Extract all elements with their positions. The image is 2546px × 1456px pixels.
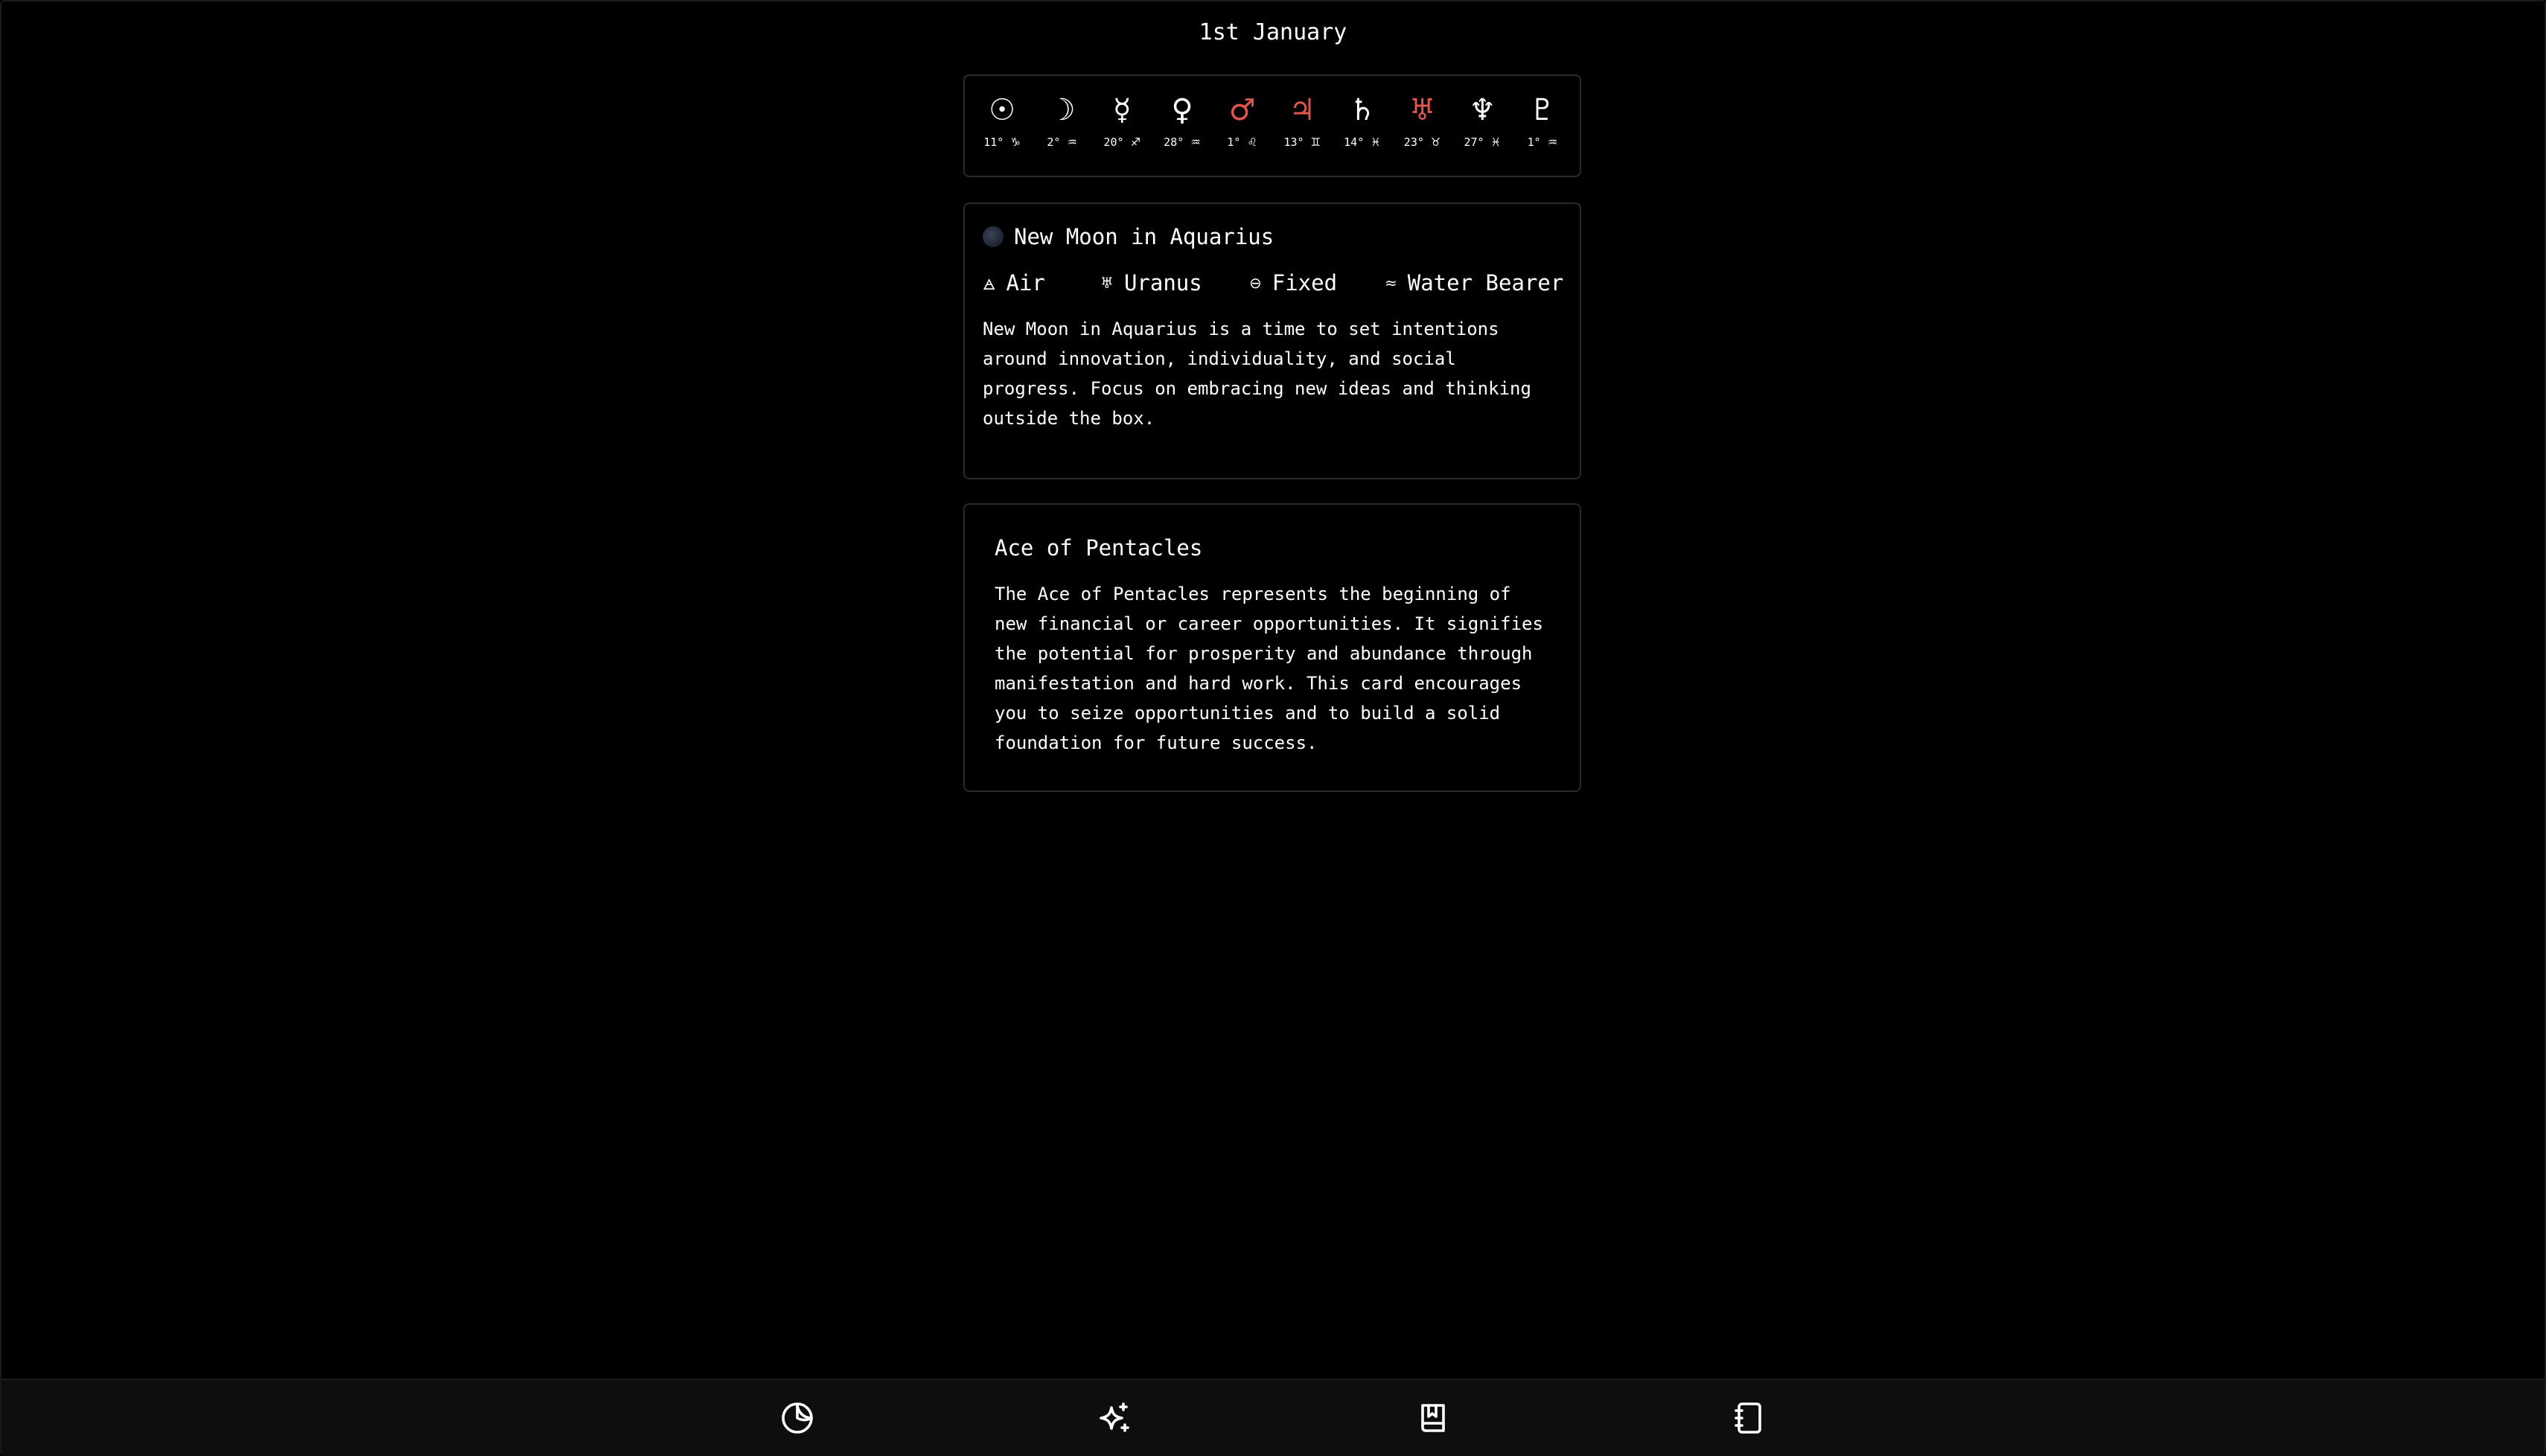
trait-modality: ⊖ Fixed	[1249, 270, 1338, 296]
planet-position: 20° ♐	[1103, 135, 1141, 149]
planet-position: 23° ♉	[1403, 135, 1441, 149]
moon-phase-card: New Moon in Aquarius 🜁 Air ♅ Uranus ⊖ Fi…	[963, 202, 1581, 479]
planet-position: 13° ♊	[1283, 135, 1321, 149]
uranus-icon: ♅	[1100, 274, 1114, 292]
mars-icon: ♂	[1228, 93, 1256, 127]
nav-moon-button[interactable]	[776, 1396, 819, 1440]
new-moon-icon	[983, 226, 1004, 247]
planet-position: 1° ♌	[1227, 135, 1257, 149]
nav-sparkles-button[interactable]	[1093, 1396, 1136, 1440]
page-title: 1st January	[1199, 19, 1347, 45]
pluto-icon: ♇	[1528, 93, 1556, 127]
moon-phase-heading: New Moon in Aquarius	[983, 222, 1580, 252]
book-bookmark-icon	[1421, 1404, 1445, 1432]
planet-moon[interactable]: ☽ 2° ♒	[1034, 89, 1091, 149]
notebook-icon	[1735, 1402, 1761, 1434]
planet-positions-card: ☉ 11° ♑ ☽ 2° ♒ ☿ 20° ♐ ♀ 28° ♒ ♂ 1° ♌ ♃ …	[963, 74, 1581, 177]
nav-journal-button[interactable]	[1727, 1396, 1770, 1440]
fixed-modality-icon: ⊖	[1249, 274, 1262, 292]
taurus-icon: ♉	[1430, 135, 1441, 149]
planet-venus[interactable]: ♀ 28° ♒	[1154, 89, 1210, 149]
bottom-navigation	[1, 1379, 2545, 1456]
aquarius-icon: ♒	[1190, 135, 1201, 149]
gemini-icon: ♊	[1310, 135, 1321, 149]
venus-icon: ♀	[1171, 93, 1193, 127]
moon-phase-icon	[782, 1402, 813, 1434]
jupiter-icon: ♃	[1289, 93, 1316, 127]
planet-mercury[interactable]: ☿ 20° ♐	[1094, 89, 1150, 149]
uranus-icon: ♅	[1408, 93, 1436, 127]
planet-jupiter[interactable]: ♃ 13° ♊	[1274, 89, 1330, 149]
planet-uranus[interactable]: ♅ 23° ♉	[1394, 89, 1451, 149]
trait-element: 🜁 Air	[983, 268, 1100, 298]
sun-icon: ☉	[989, 93, 1015, 127]
sign-traits: 🜁 Air ♅ Uranus ⊖ Fixed ≈ Water Bearer	[983, 268, 1580, 298]
planet-position: 11° ♑	[983, 135, 1021, 149]
trait-ruler: ♅ Uranus	[1100, 270, 1202, 296]
nav-book-button[interactable]	[1411, 1396, 1455, 1440]
planet-neptune[interactable]: ♆ 27° ♓	[1454, 89, 1510, 149]
trait-symbol: ≈ Water Bearer	[1385, 270, 1564, 296]
aquarius-icon: ♒	[1067, 135, 1077, 149]
planet-position: 1° ♒	[1527, 135, 1558, 149]
saturn-icon: ♄	[1349, 93, 1376, 127]
pisces-icon: ♓	[1490, 135, 1502, 149]
pisces-icon: ♓	[1371, 135, 1381, 149]
sagittarius-icon: ♐	[1130, 135, 1141, 149]
planet-sun[interactable]: ☉ 11° ♑	[974, 89, 1030, 149]
planet-position: 2° ♒	[1047, 135, 1077, 149]
neptune-icon: ♆	[1469, 93, 1496, 127]
moon-phase-description: New Moon in Aquarius is a time to set in…	[983, 319, 1531, 429]
mercury-icon: ☿	[1113, 93, 1132, 127]
capricorn-icon: ♑	[1010, 135, 1021, 149]
planet-mars[interactable]: ♂ 1° ♌	[1214, 89, 1271, 149]
planet-position: 28° ♒	[1164, 135, 1201, 149]
planet-row: ☉ 11° ♑ ☽ 2° ♒ ☿ 20° ♐ ♀ 28° ♒ ♂ 1° ♌ ♃ …	[965, 76, 1580, 149]
moon-icon: ☽	[1048, 93, 1076, 127]
tarot-title: Ace of Pentacles	[995, 535, 1203, 561]
planet-position: 14° ♓	[1344, 135, 1381, 149]
moon-phase-title: New Moon in Aquarius	[1014, 224, 1274, 249]
tarot-card: Ace of Pentacles The Ace of Pentacles re…	[963, 503, 1581, 792]
aquarius-icon: ♒	[1547, 135, 1558, 149]
planet-saturn[interactable]: ♄ 14° ♓	[1334, 89, 1391, 149]
planet-position: 27° ♓	[1464, 135, 1502, 149]
leo-icon: ♌	[1247, 135, 1257, 149]
tarot-description: The Ace of Pentacles represents the begi…	[995, 584, 1543, 753]
aquarius-icon: ≈	[1385, 274, 1397, 292]
sparkles-icon	[1100, 1402, 1129, 1432]
planet-pluto[interactable]: ♇ 1° ♒	[1514, 89, 1571, 149]
air-element-icon: 🜁	[983, 275, 996, 293]
